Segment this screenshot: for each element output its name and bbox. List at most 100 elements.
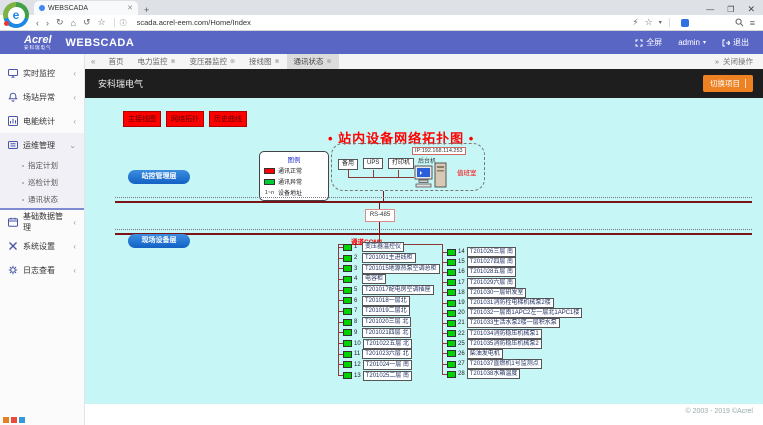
device-name-box[interactable]: T201001主进线柜 xyxy=(362,253,416,263)
device-name-box[interactable]: T201028五层 南 xyxy=(467,267,516,277)
search-icon[interactable] xyxy=(735,18,744,27)
chevron-left-icon: ‹ xyxy=(73,242,76,251)
extension-icon[interactable] xyxy=(681,19,689,27)
flash-icon[interactable]: ⚡ xyxy=(632,17,638,28)
sidebar-item-station-abnormal[interactable]: 场站异常‹ xyxy=(0,85,84,109)
comm-status-indicator xyxy=(447,361,456,368)
sidebar-item-ops-mgmt[interactable]: 运维管理⌄ xyxy=(0,133,84,157)
page-tab[interactable]: 通讯状态⊗ xyxy=(287,54,339,69)
device-row: 10T201022五层 北 xyxy=(338,338,440,349)
device-name-box[interactable]: T201018一层北 xyxy=(362,296,410,306)
comm-status-indicator xyxy=(447,269,456,276)
device-name-box[interactable]: T201038水箱温度 xyxy=(467,369,521,379)
device-name-box[interactable]: T201033生活水泵2楼一层积水泵 xyxy=(467,318,560,328)
legend-abnormal-label: 通讯异常 xyxy=(278,177,302,186)
topology-canvas: 主接线图网络拓扑历史曲线 • 站内设备网络拓扑图 • 图例 通讯正常 通讯异常 … xyxy=(85,98,763,404)
browser-tab[interactable]: WEBSCADA ✕ xyxy=(34,1,138,15)
tab-close-icon[interactable]: ⊗ xyxy=(230,58,235,65)
device-name-box[interactable]: T201015地源热泵空调总柜 xyxy=(362,264,440,274)
device-name-box[interactable]: T201025二层 南 xyxy=(363,371,412,381)
logout-label: 退出 xyxy=(733,37,749,48)
sidebar-subitem[interactable]: 通讯状态 xyxy=(0,191,84,208)
device-name-box[interactable]: T201034消防稳压机械泵1 xyxy=(467,329,542,339)
sidebar-item-base-data[interactable]: 基础数据管理‹ xyxy=(0,210,84,234)
legend-box: 图例 通讯正常 通讯异常 1~n 设备地址 xyxy=(259,151,329,201)
comm-status-indicator xyxy=(447,279,456,286)
device-row: 19T201031消防栓电梯机械泵2楼 xyxy=(442,298,582,308)
page-tab[interactable]: 变压器监控⊗ xyxy=(182,54,242,69)
device-address: 16 xyxy=(458,269,465,275)
favorite-star-icon[interactable]: ☆ xyxy=(645,17,653,28)
device-name-box[interactable]: T201017配电房空调插座 xyxy=(362,285,434,295)
url-text[interactable]: scada.acrel-eem.com/Home/Index xyxy=(137,18,251,27)
device-name-box[interactable]: T201037直燃机1号监测点 xyxy=(467,359,542,369)
diagram-nav-button[interactable]: 历史曲线 xyxy=(209,111,247,127)
device-address: 27 xyxy=(458,361,465,367)
comm-status-indicator xyxy=(343,276,352,283)
home-icon[interactable]: ⌂ xyxy=(71,18,76,28)
new-tab-button[interactable]: + xyxy=(144,5,149,15)
device-name-box[interactable]: T201021四层 北 xyxy=(362,328,411,338)
page-tab[interactable]: 首页 xyxy=(101,54,130,69)
site-info-icon[interactable]: ⓘ xyxy=(120,18,127,28)
caret-down-icon[interactable]: ▾ xyxy=(659,19,662,26)
tab-close-icon[interactable]: ⊗ xyxy=(275,58,280,65)
comm-status-indicator xyxy=(447,259,456,266)
page-tab[interactable]: 接线图⊗ xyxy=(242,54,287,69)
refresh-icon[interactable]: ↻ xyxy=(56,17,64,28)
device-name-box[interactable]: T201026三层 南 xyxy=(467,247,516,257)
device-name-box[interactable]: T201020三层 北 xyxy=(362,317,411,327)
sidebar-item-log-view[interactable]: 日志查看‹ xyxy=(0,258,84,282)
device-address: 14 xyxy=(458,249,465,255)
close-operations-dropdown[interactable]: » 关闭操作 xyxy=(715,56,763,67)
fullscreen-button[interactable]: 全屏 xyxy=(635,37,662,48)
divider xyxy=(669,18,670,27)
sidebar-item-system-settings[interactable]: 系统设置‹ xyxy=(0,234,84,258)
device-name-box[interactable]: T201019二层北 xyxy=(362,306,410,316)
history-icon[interactable]: ↺ xyxy=(83,17,91,28)
close-operations-label: 关闭操作 xyxy=(723,56,753,67)
switch-project-button[interactable]: 切换项目 xyxy=(703,75,753,92)
forward-icon[interactable]: › xyxy=(46,18,49,28)
comm-status-indicator xyxy=(447,310,456,317)
user-menu[interactable]: admin ▾ xyxy=(678,38,706,47)
logout-button[interactable]: 退出 xyxy=(722,37,749,48)
device-name-box[interactable]: T201029六层 南 xyxy=(467,278,516,288)
device-row: 17T201029六层 南 xyxy=(442,278,582,288)
device-name-box[interactable]: T201031消防栓电梯机械泵2楼 xyxy=(467,298,554,308)
diagram-nav-button[interactable]: 主接线图 xyxy=(123,111,161,127)
collapse-tabs-icon[interactable]: « xyxy=(85,57,101,66)
tab-close-icon[interactable]: ⊗ xyxy=(170,58,175,65)
window-maximize-button[interactable]: ❐ xyxy=(727,5,734,14)
sidebar-item-label: 实时监控 xyxy=(23,68,55,79)
device-address: 19 xyxy=(458,300,465,306)
device-name-box[interactable]: T201030一层研发室 xyxy=(467,288,527,298)
device-name-box[interactable]: T201027四层 南 xyxy=(467,257,516,267)
sidebar-item-realtime[interactable]: 实时监控‹ xyxy=(0,61,84,85)
menu-icon[interactable]: ≡ xyxy=(750,18,755,28)
window-close-button[interactable]: ✕ xyxy=(747,4,755,15)
comm-status-indicator xyxy=(343,287,352,294)
tab-close-icon[interactable]: ✕ xyxy=(127,4,133,12)
page-tab[interactable]: 电力监控⊗ xyxy=(130,54,182,69)
diagram-nav-button[interactable]: 网络拓扑 xyxy=(166,111,204,127)
sidebar-subitem[interactable]: 指定计划 xyxy=(0,157,84,174)
back-icon[interactable]: ‹ xyxy=(36,18,39,28)
sidebar-item-energy-stats[interactable]: 电能统计‹ xyxy=(0,109,84,133)
comm-status-indicator xyxy=(343,308,352,315)
window-minimize-button[interactable]: — xyxy=(706,5,714,14)
device-name-box[interactable]: T201035消防稳压机械泵2 xyxy=(467,339,542,349)
device-name-box[interactable]: 柴油发电机 xyxy=(467,349,503,359)
device-name-box[interactable]: T201022五层 北 xyxy=(363,339,412,349)
bookmark-star-icon[interactable]: ☆ xyxy=(98,17,106,28)
device-name-box[interactable]: T201023六层 北 xyxy=(362,349,411,359)
device-name-box[interactable]: T201024一层 南 xyxy=(363,360,412,370)
sidebar-subitem[interactable]: 巡检计划 xyxy=(0,174,84,191)
device-name-box[interactable]: 变压器温控仪 xyxy=(362,242,404,252)
device-name-box[interactable]: T201032一层南1APC2左一层北1APC1楼 xyxy=(467,308,583,318)
tab-close-icon[interactable]: ⊗ xyxy=(327,58,332,65)
device-name-box[interactable]: 电容柜 xyxy=(362,274,386,284)
legend-addr-label: 设备地址 xyxy=(278,188,302,197)
device-address: 12 xyxy=(354,362,361,368)
device-address: 7 xyxy=(354,308,360,314)
